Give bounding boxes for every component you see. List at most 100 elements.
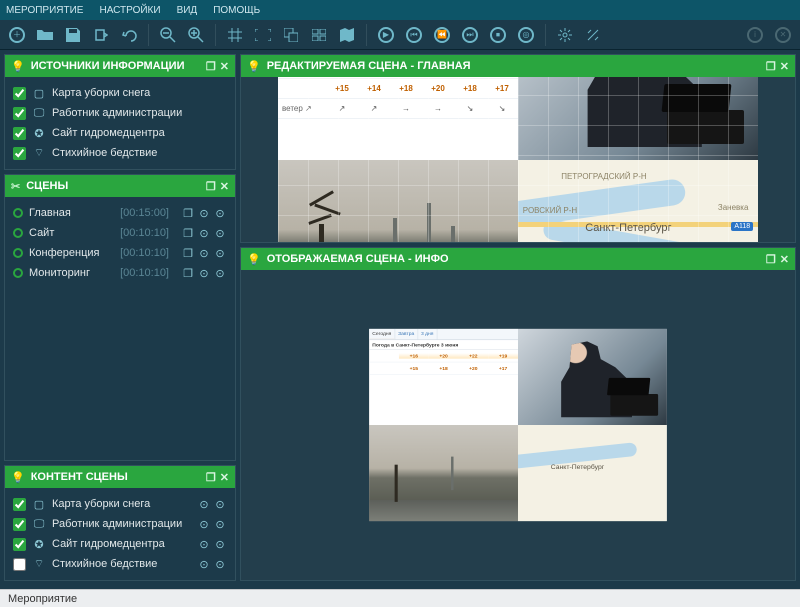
content-label: Стихийное бедствие <box>52 558 157 570</box>
down-icon[interactable]: ⊙ <box>213 206 227 220</box>
up-icon[interactable]: ⊙ <box>197 226 211 240</box>
editor-canvas[interactable]: Сегодня Завтра 3 дня 10 дней Месяц Погод… <box>241 77 795 242</box>
restore-icon[interactable]: ❐ <box>766 253 776 266</box>
bullet-icon <box>13 268 23 278</box>
source-checkbox[interactable] <box>13 107 26 120</box>
menu-item-view[interactable]: ВИД <box>177 5 198 16</box>
menu-item-help[interactable]: ПОМОЩЬ <box>213 5 260 16</box>
panel-title: СЦЕНЫ <box>26 180 68 192</box>
copy-icon[interactable]: ❐ <box>181 226 195 240</box>
scene-duration: [00:15:00] <box>120 207 169 219</box>
scene-composition[interactable]: Сегодня Завтра 3 дня 10 дней Месяц Погод… <box>278 77 758 242</box>
map-icon: ▢ <box>32 86 46 100</box>
map-widget: ПЕТРОГРАДСКИЙ Р-Н РОВСКИЙ Р-Н Санкт-Пете… <box>518 160 758 243</box>
tiles-button[interactable] <box>306 23 332 47</box>
up-icon[interactable]: ⊙ <box>197 266 211 280</box>
monitor-icon: 🖵 <box>32 517 46 531</box>
menu-item-event[interactable]: МЕРОПРИЯТИЕ <box>6 5 83 16</box>
panel-title: ОТОБРАЖАЕМАЯ СЦЕНА - ИНФО <box>267 253 449 265</box>
new-button[interactable]: ＋ <box>4 23 30 47</box>
panel-header-display[interactable]: 💡 ОТОБРАЖАЕМАЯ СЦЕНА - ИНФО ❐ ✕ <box>241 248 795 270</box>
down-icon[interactable]: ⊙ <box>213 537 227 551</box>
panel-title: РЕДАКТИРУЕМАЯ СЦЕНА - ГЛАВНАЯ <box>267 60 471 72</box>
content-checkbox[interactable] <box>13 518 26 531</box>
copy-icon[interactable]: ❐ <box>181 206 195 220</box>
record-button[interactable]: ◎ <box>513 23 539 47</box>
scene-row[interactable]: Конференция [00:10:10] ❐ ⊙ ⊙ <box>11 243 229 263</box>
rewind-button[interactable]: ⏪ <box>429 23 455 47</box>
up-icon[interactable]: ⊙ <box>197 557 211 571</box>
layers-button[interactable] <box>278 23 304 47</box>
down-icon[interactable]: ⊙ <box>213 557 227 571</box>
panel-title: ИСТОЧНИКИ ИНФОРМАЦИИ <box>31 60 185 72</box>
down-icon[interactable]: ⊙ <box>213 246 227 260</box>
down-icon[interactable]: ⊙ <box>213 226 227 240</box>
zoom-out-button[interactable] <box>155 23 181 47</box>
up-icon[interactable]: ⊙ <box>197 206 211 220</box>
restore-icon[interactable]: ❐ <box>766 60 776 73</box>
restore-icon[interactable]: ❐ <box>206 180 216 193</box>
info-button[interactable]: i <box>742 23 768 47</box>
panel-header-scenes[interactable]: ✂ СЦЕНЫ ❐ ✕ <box>5 175 235 197</box>
scene-name: Сайт <box>29 227 54 239</box>
close-icon[interactable]: ✕ <box>780 60 789 73</box>
fit-button[interactable] <box>250 23 276 47</box>
scene-row[interactable]: Главная [00:15:00] ❐ ⊙ ⊙ <box>11 203 229 223</box>
settings-button[interactable] <box>552 23 578 47</box>
zoom-in-button[interactable] <box>183 23 209 47</box>
copy-icon[interactable]: ❐ <box>181 266 195 280</box>
stop-button[interactable]: ⏹ <box>485 23 511 47</box>
content-row: 🖵 Работник администрации ⊙⊙ <box>11 514 229 534</box>
source-checkbox[interactable] <box>13 87 26 100</box>
close-button[interactable]: ✕ <box>770 23 796 47</box>
content-label: Работник администрации <box>52 518 182 530</box>
panel-header-content[interactable]: 💡 КОНТЕНТ СЦЕНЫ ❐ ✕ <box>5 466 235 488</box>
up-icon[interactable]: ⊙ <box>197 537 211 551</box>
scene-duration: [00:10:10] <box>120 267 169 279</box>
source-row: 🖵 Работник администрации <box>11 103 229 123</box>
restore-icon[interactable]: ❐ <box>206 471 216 484</box>
content-checkbox[interactable] <box>13 498 26 511</box>
content-row: ✪ Сайт гидромедцентра ⊙⊙ <box>11 534 229 554</box>
next-button[interactable]: ⏭ <box>457 23 483 47</box>
status-bar: Мероприятие <box>0 589 800 607</box>
up-icon[interactable]: ⊙ <box>197 517 211 531</box>
export-button[interactable] <box>88 23 114 47</box>
menu-item-settings[interactable]: НАСТРОЙКИ <box>99 5 160 16</box>
scene-row[interactable]: Сайт [00:10:10] ❐ ⊙ ⊙ <box>11 223 229 243</box>
source-label: Сайт гидромедцентра <box>52 127 165 139</box>
copy-icon[interactable]: ❐ <box>181 246 195 260</box>
toolbar: ＋ ▶ ⏮ ⏪ ⏭ ⏹ ◎ i ✕ <box>0 20 800 50</box>
source-checkbox[interactable] <box>13 147 26 160</box>
close-icon[interactable]: ✕ <box>220 60 229 73</box>
source-checkbox[interactable] <box>13 127 26 140</box>
panel-editor: 💡 РЕДАКТИРУЕМАЯ СЦЕНА - ГЛАВНАЯ ❐ ✕ Сего… <box>240 54 796 243</box>
open-button[interactable] <box>32 23 58 47</box>
play-button[interactable]: ▶ <box>373 23 399 47</box>
content-checkbox[interactable] <box>13 538 26 551</box>
scene-name: Конференция <box>29 247 99 259</box>
bullet-icon <box>13 208 23 218</box>
down-icon[interactable]: ⊙ <box>213 497 227 511</box>
restore-icon[interactable]: ❐ <box>206 60 216 73</box>
down-icon[interactable]: ⊙ <box>213 266 227 280</box>
map-button[interactable] <box>334 23 360 47</box>
prev-button[interactable]: ⏮ <box>401 23 427 47</box>
up-icon[interactable]: ⊙ <box>197 246 211 260</box>
close-icon[interactable]: ✕ <box>780 253 789 266</box>
panel-header-editor[interactable]: 💡 РЕДАКТИРУЕМАЯ СЦЕНА - ГЛАВНАЯ ❐ ✕ <box>241 55 795 77</box>
wifi-icon: ⌔ <box>32 146 46 160</box>
save-button[interactable] <box>60 23 86 47</box>
down-icon[interactable]: ⊙ <box>213 517 227 531</box>
tools-button[interactable] <box>580 23 606 47</box>
source-row: ⌔ Стихийное бедствие <box>11 143 229 163</box>
content-checkbox[interactable] <box>13 558 26 571</box>
scene-row[interactable]: Мониторинг [00:10:10] ❐ ⊙ ⊙ <box>11 263 229 283</box>
undo-button[interactable] <box>116 23 142 47</box>
close-icon[interactable]: ✕ <box>220 471 229 484</box>
up-icon[interactable]: ⊙ <box>197 497 211 511</box>
close-icon[interactable]: ✕ <box>220 180 229 193</box>
grid-button[interactable] <box>222 23 248 47</box>
panel-header-sources[interactable]: 💡 ИСТОЧНИКИ ИНФОРМАЦИИ ❐ ✕ <box>5 55 235 77</box>
display-canvas: СегодняЗавтра3 дня Погода в Санкт-Петерб… <box>241 270 795 580</box>
